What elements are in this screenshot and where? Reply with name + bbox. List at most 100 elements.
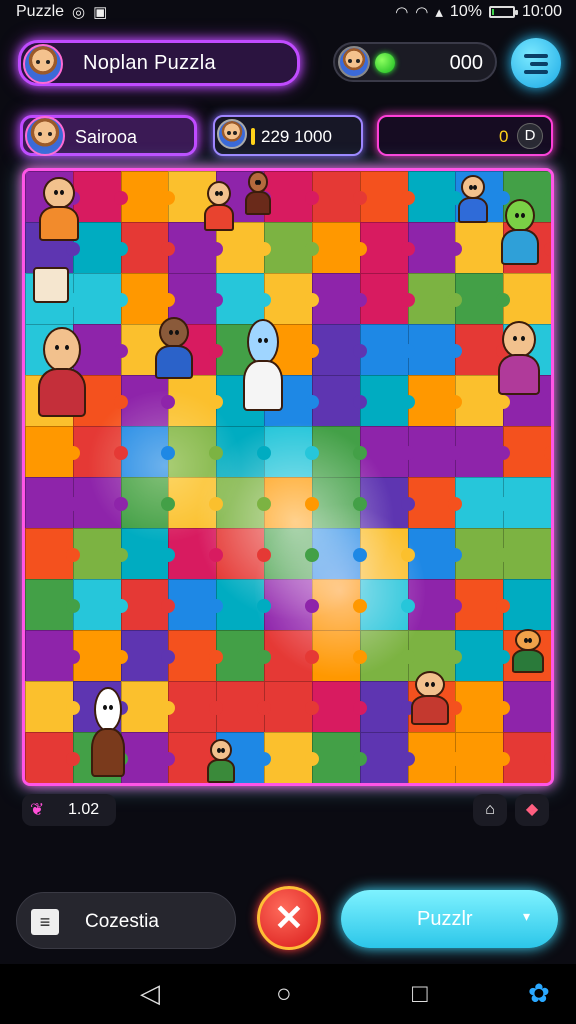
puzzle-piece[interactable] [455,426,510,478]
puzzle-piece[interactable] [264,273,319,325]
puzzle-piece[interactable] [359,273,415,325]
puzzle-piece[interactable] [311,528,367,580]
time-counter[interactable]: ❦ 1.02 [22,794,116,826]
hint-box[interactable]: 0 D [377,115,553,156]
puzzle-piece[interactable] [455,477,510,529]
puzzle-piece[interactable] [311,273,367,325]
puzzle-piece[interactable] [311,171,367,223]
puzzle-piece[interactable] [311,732,367,783]
puzzle-piece[interactable] [216,273,271,325]
puzzle-piece[interactable] [503,528,551,580]
puzzle-piece[interactable] [120,477,176,529]
puzzle-piece[interactable] [25,528,80,580]
puzzle-piece[interactable] [359,579,415,631]
puzzle-piece[interactable] [359,528,415,580]
back-icon[interactable]: ◁ [140,980,160,1006]
puzzle-piece[interactable] [216,477,271,529]
puzzle-piece[interactable] [359,171,415,223]
puzzle-piece[interactable] [264,579,319,631]
puzzle-piece[interactable] [72,426,128,478]
puzzle-piece[interactable] [168,375,224,427]
puzzle-piece[interactable] [311,579,367,631]
puzzle-piece[interactable] [455,732,510,783]
puzzle-piece[interactable] [503,579,551,631]
puzzle-piece[interactable] [25,579,80,631]
puzzle-piece[interactable] [407,426,463,478]
puzzle-piece[interactable] [25,477,80,529]
puzzle-board[interactable] [22,168,554,786]
puzzle-piece[interactable] [407,579,463,631]
gem-small-button[interactable]: ◆ [515,794,549,826]
puzzle-piece[interactable] [72,528,128,580]
player-card[interactable]: Sairooa [20,115,197,156]
puzzle-piece[interactable] [311,426,367,478]
puzzle-piece[interactable] [25,630,80,682]
puzzle-piece[interactable] [216,630,271,682]
puzzle-piece[interactable] [264,732,319,783]
puzzle-piece[interactable] [264,681,319,733]
puzzle-piece[interactable] [72,630,128,682]
chevron-down-icon[interactable]: ▾ [523,908,530,925]
puzzle-piece[interactable] [503,477,551,529]
puzzle-piece[interactable] [72,579,128,631]
puzzle-piece[interactable] [216,579,271,631]
score-box[interactable]: 229 1000 [213,115,363,156]
puzzle-piece[interactable] [311,324,367,376]
puzzle-piece[interactable] [72,273,128,325]
puzzle-piece[interactable] [168,426,224,478]
puzzle-piece[interactable] [359,732,415,783]
puzzle-piece[interactable] [311,375,367,427]
puzzle-piece[interactable] [359,426,415,478]
puzzle-piece[interactable] [455,273,510,325]
puzzle-piece[interactable] [455,579,510,631]
puzzle-piece[interactable] [359,324,415,376]
puzzle-piece[interactable] [264,426,319,478]
puzzle-piece[interactable] [503,426,551,478]
puzzle-piece[interactable] [168,579,224,631]
puzzle-piece[interactable] [72,477,128,529]
puzzle-piece[interactable] [455,528,510,580]
puzzle-button[interactable]: Puzzlr ▾ [341,890,558,948]
puzzle-piece[interactable] [359,375,415,427]
puzzle-piece[interactable] [359,477,415,529]
puzzle-piece[interactable] [407,528,463,580]
close-button[interactable]: ✕ [257,886,321,950]
puzzle-piece[interactable] [25,681,80,733]
puzzle-piece[interactable] [264,630,319,682]
puzzle-piece[interactable] [120,171,176,223]
puzzle-piece[interactable] [216,426,271,478]
puzzle-piece[interactable] [168,630,224,682]
puzzle-piece[interactable] [120,528,176,580]
settings-icon[interactable]: ✿ [528,980,550,1006]
menu-button[interactable] [511,38,561,88]
puzzle-piece[interactable] [407,477,463,529]
puzzle-piece[interactable] [311,630,367,682]
puzzle-piece[interactable] [407,222,463,274]
collection-button[interactable]: ≡ Cozestia [16,892,236,949]
home-icon[interactable]: ○ [276,980,292,1006]
puzzle-piece[interactable] [311,222,367,274]
puzzle-piece[interactable] [503,681,551,733]
puzzle-piece[interactable] [407,171,463,223]
puzzle-piece[interactable] [216,681,271,733]
puzzle-piece[interactable] [359,630,415,682]
puzzle-piece[interactable] [25,426,80,478]
puzzle-piece[interactable] [311,477,367,529]
puzzle-piece[interactable] [25,732,80,783]
puzzle-piece[interactable] [120,426,176,478]
puzzle-piece[interactable] [120,579,176,631]
puzzle-piece[interactable] [168,477,224,529]
puzzle-piece[interactable] [407,324,463,376]
puzzle-piece[interactable] [503,273,551,325]
coin-counter[interactable]: 000 [333,42,497,82]
puzzle-piece[interactable] [407,732,463,783]
puzzle-piece[interactable] [455,630,510,682]
title-banner[interactable]: Noplan Puzzla [18,40,300,86]
puzzle-piece[interactable] [120,222,176,274]
puzzle-piece[interactable] [168,681,224,733]
home-small-button[interactable]: ⌂ [473,794,507,826]
recents-icon[interactable]: □ [412,980,428,1006]
puzzle-piece[interactable] [407,273,463,325]
puzzle-piece[interactable] [264,528,319,580]
puzzle-piece[interactable] [503,732,551,783]
